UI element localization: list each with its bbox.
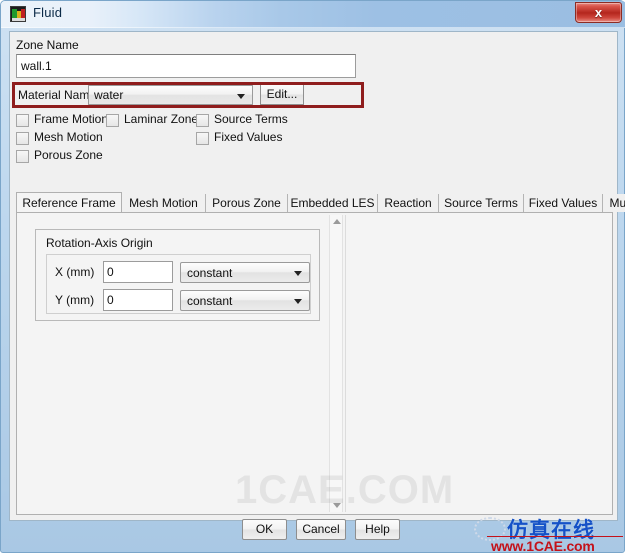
axis-value-input-y[interactable]	[103, 289, 173, 311]
tab-source-terms[interactable]: Source Terms	[439, 194, 524, 212]
checkbox-label: Fixed Values	[214, 130, 283, 144]
checkbox-box-icon[interactable]	[106, 114, 119, 127]
tab-reference-frame[interactable]: Reference Frame	[16, 192, 122, 212]
checkbox-box-icon[interactable]	[16, 150, 29, 163]
checkbox-box-icon[interactable]	[16, 132, 29, 145]
zone-name-input[interactable]	[16, 54, 356, 78]
tab-panel-reference-frame: 1CAE.COM Rotation-Axis Origin X (mm)cons…	[16, 212, 613, 515]
tab-multiphase[interactable]: Multiphase	[603, 194, 625, 212]
rotation-axis-origin-title: Rotation-Axis Origin	[46, 236, 153, 250]
checkbox-box-icon[interactable]	[196, 132, 209, 145]
fluid-dialog-window: Fluid x Zone Name Material Name water Ed…	[0, 0, 625, 554]
tab-panel-scroll-content: Rotation-Axis Origin X (mm) constant Y (mm…	[19, 215, 325, 512]
window-title: Fluid	[33, 5, 63, 20]
dialog-client-area: Zone Name Material Name water Edit... Fr…	[9, 31, 625, 521]
axis-profile-value: constant	[187, 294, 233, 308]
tab-bar: Reference Frame Mesh Motion Porous Zone Emb…	[16, 192, 625, 212]
title-bar[interactable]: Fluid x	[1, 1, 625, 28]
chevron-down-icon	[237, 94, 245, 99]
checkbox-label: Source Terms	[214, 112, 288, 126]
scroll-down-arrow-icon[interactable]	[333, 503, 341, 508]
tab-porous-zone[interactable]: Porous Zone	[206, 194, 288, 212]
material-name-dropdown[interactable]: water	[88, 85, 253, 105]
axis-label-y: Y (mm)	[55, 293, 95, 307]
checkbox-box-icon[interactable]	[196, 114, 209, 127]
checkbox-label: Mesh Motion	[34, 130, 103, 144]
dialog-button-bar: OK Cancel Help	[9, 517, 618, 545]
material-name-value: water	[94, 88, 124, 102]
tab-fixed-values[interactable]: Fixed Values	[524, 194, 603, 212]
checkbox-label: Frame Motion	[34, 112, 109, 126]
rotation-axis-origin-group: Rotation-Axis Origin X (mm) constant Y (mm…	[35, 229, 320, 321]
checkbox-label: Porous Zone	[34, 148, 103, 162]
chevron-down-icon	[294, 271, 302, 276]
rotation-axis-origin-fields: X (mm) constant Y (mm) constant	[46, 254, 311, 314]
material-name-label: Material Name	[18, 88, 97, 102]
chevron-down-icon	[294, 299, 302, 304]
scroll-up-arrow-icon[interactable]	[333, 219, 341, 224]
ok-button[interactable]: OK	[242, 519, 287, 540]
panel-divider	[345, 215, 346, 512]
axis-profile-dropdown-y[interactable]: constant	[180, 290, 310, 311]
help-button[interactable]: Help	[355, 519, 400, 540]
axis-profile-dropdown-x[interactable]: constant	[180, 262, 310, 283]
axis-profile-value: constant	[187, 266, 233, 280]
fluent-app-icon	[10, 6, 26, 22]
material-edit-button[interactable]: Edit...	[260, 84, 304, 105]
zone-name-label: Zone Name	[16, 38, 79, 52]
vertical-scrollbar[interactable]	[329, 215, 343, 512]
tab-mesh-motion[interactable]: Mesh Motion	[122, 194, 206, 212]
checkbox-box-icon[interactable]	[16, 114, 29, 127]
close-icon: x	[594, 5, 603, 20]
axis-value-input-x[interactable]	[103, 261, 173, 283]
checkbox-label: Laminar Zone	[124, 112, 199, 126]
close-button[interactable]: x	[575, 2, 622, 23]
tab-embedded-les[interactable]: Embedded LES	[288, 194, 378, 212]
tab-reaction[interactable]: Reaction	[378, 194, 439, 212]
axis-label-x: X (mm)	[55, 265, 95, 279]
cancel-button[interactable]: Cancel	[296, 519, 346, 540]
